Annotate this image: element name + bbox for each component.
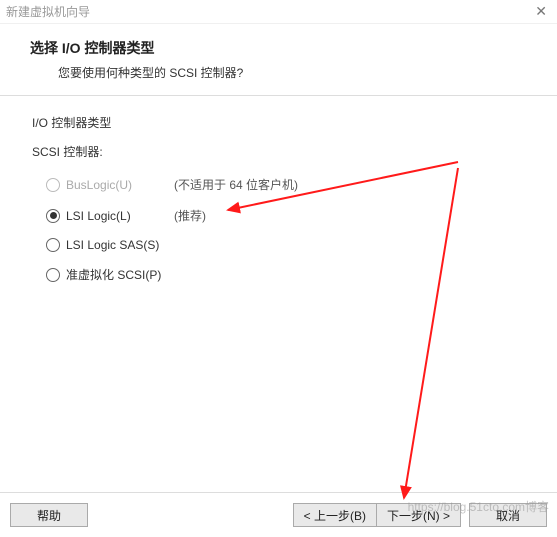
wizard-header: 选择 I/O 控制器类型 您要使用何种类型的 SCSI 控制器? [0, 24, 557, 96]
option-hint: (推荐) [174, 207, 206, 224]
option-label: BusLogic(U) [66, 178, 174, 192]
nav-button-group: < 上一步(B) 下一步(N) > [293, 503, 461, 527]
radio-icon [46, 178, 60, 192]
radio-icon[interactable] [46, 209, 60, 223]
next-button[interactable]: 下一步(N) > [376, 503, 461, 527]
radio-icon[interactable] [46, 238, 60, 252]
option-label: LSI Logic SAS(S) [66, 238, 174, 252]
option-buslogic: BusLogic(U) (不适用于 64 位客户机) [46, 176, 525, 193]
option-lsi-logic-sas[interactable]: LSI Logic SAS(S) [46, 238, 525, 252]
subgroup-label: SCSI 控制器: [32, 143, 525, 160]
radio-options: BusLogic(U) (不适用于 64 位客户机) LSI Logic(L) … [46, 176, 525, 283]
page-subtitle: 您要使用何种类型的 SCSI 控制器? [58, 64, 537, 81]
cancel-button[interactable]: 取消 [469, 503, 547, 527]
option-paravirtual-scsi[interactable]: 准虚拟化 SCSI(P) [46, 266, 525, 283]
group-label: I/O 控制器类型 [32, 114, 525, 131]
help-button[interactable]: 帮助 [10, 503, 88, 527]
option-label: LSI Logic(L) [66, 209, 174, 223]
page-title: 选择 I/O 控制器类型 [30, 38, 537, 58]
option-label: 准虚拟化 SCSI(P) [66, 266, 174, 283]
window-title: 新建虚拟机向导 [6, 3, 90, 20]
option-hint: (不适用于 64 位客户机) [174, 176, 298, 193]
wizard-body: I/O 控制器类型 SCSI 控制器: BusLogic(U) (不适用于 64… [0, 96, 557, 305]
radio-icon[interactable] [46, 268, 60, 282]
back-button[interactable]: < 上一步(B) [293, 503, 377, 527]
wizard-footer: 帮助 < 上一步(B) 下一步(N) > 取消 [0, 492, 557, 537]
close-icon[interactable]: ✕ [531, 3, 551, 20]
titlebar: 新建虚拟机向导 ✕ [0, 0, 557, 24]
option-lsi-logic[interactable]: LSI Logic(L) (推荐) [46, 207, 525, 224]
